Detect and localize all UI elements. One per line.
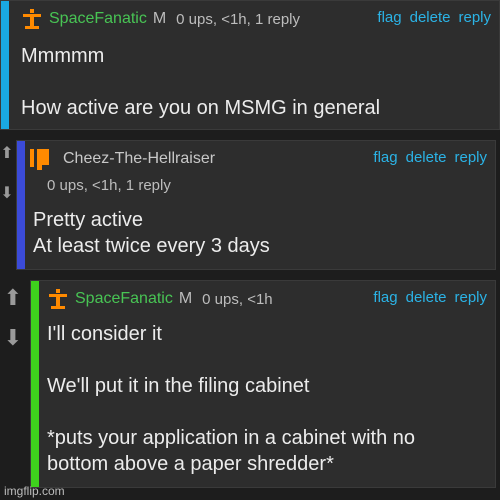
flag-link[interactable]: flag	[373, 149, 397, 166]
comment-card: SpaceFanatic M 0 ups, <1h flag delete re…	[30, 280, 496, 488]
rocket-icon	[21, 8, 43, 30]
comment-actions: flag delete reply	[373, 149, 487, 166]
thread-accent-bar	[1, 1, 9, 129]
username-link[interactable]: SpaceFanatic	[75, 290, 173, 308]
downvote-icon[interactable]: ⬇	[0, 180, 14, 206]
rocket-icon	[47, 288, 69, 310]
flag-link[interactable]: flag	[377, 9, 401, 26]
comment-meta-row: 0 ups, <1h, 1 reply	[47, 173, 495, 197]
comment-line: We'll put it in the filing cabinet	[47, 375, 310, 397]
comment-line: How active are you on MSMG in general	[21, 97, 381, 119]
comment-body: I'll consider it We'll put it in the fil…	[47, 321, 487, 477]
comment-body: Mmmmm How active are you on MSMG in gene…	[21, 43, 491, 121]
reply-link[interactable]: reply	[454, 289, 487, 306]
reply-link[interactable]: reply	[454, 149, 487, 166]
delete-link[interactable]: delete	[406, 149, 447, 166]
thread-accent-bar	[17, 141, 25, 269]
watermark: imgflip.com	[4, 484, 65, 498]
comment-meta: 0 ups, <1h, 1 reply	[47, 176, 171, 194]
username-link[interactable]: SpaceFanatic	[49, 10, 147, 28]
upvote-icon[interactable]: ⬆	[0, 285, 26, 311]
flame-icon	[29, 147, 57, 171]
comment-line: Pretty active	[33, 209, 144, 231]
comment-line: bottom above a paper shredder*	[47, 453, 334, 475]
comment-actions: flag delete reply	[377, 9, 491, 26]
comment-body: Pretty active At least twice every 3 day…	[33, 207, 487, 259]
comment-line: Mmmmm	[21, 45, 105, 67]
comment-line	[21, 69, 491, 95]
comment-line: *puts your application in a cabinet with…	[47, 427, 416, 449]
thread-accent-bar	[31, 281, 39, 487]
comment-card: SpaceFanatic M 0 ups, <1h, 1 reply flag …	[0, 0, 500, 130]
comment-line: I'll consider it	[47, 323, 162, 345]
reply-link[interactable]: reply	[458, 9, 491, 26]
comment-line: At least twice every 3 days	[33, 235, 270, 257]
username-link[interactable]: Cheez-The-Hellraiser	[63, 150, 215, 168]
flag-link[interactable]: flag	[373, 289, 397, 306]
comment-meta: 0 ups, <1h, 1 reply	[176, 10, 301, 28]
mod-badge: M	[152, 10, 167, 27]
comment-line	[47, 399, 487, 425]
upvote-icon[interactable]: ⬆	[0, 140, 14, 166]
comment-card: Cheez-The-Hellraiser 0 ups, <1h, 1 reply…	[16, 140, 496, 270]
delete-link[interactable]: delete	[406, 289, 447, 306]
downvote-icon[interactable]: ⬇	[0, 325, 26, 351]
comment-meta: 0 ups, <1h	[202, 290, 273, 308]
mod-badge: M	[178, 290, 193, 307]
comment-actions: flag delete reply	[373, 289, 487, 306]
delete-link[interactable]: delete	[410, 9, 451, 26]
comment-line	[47, 347, 487, 373]
